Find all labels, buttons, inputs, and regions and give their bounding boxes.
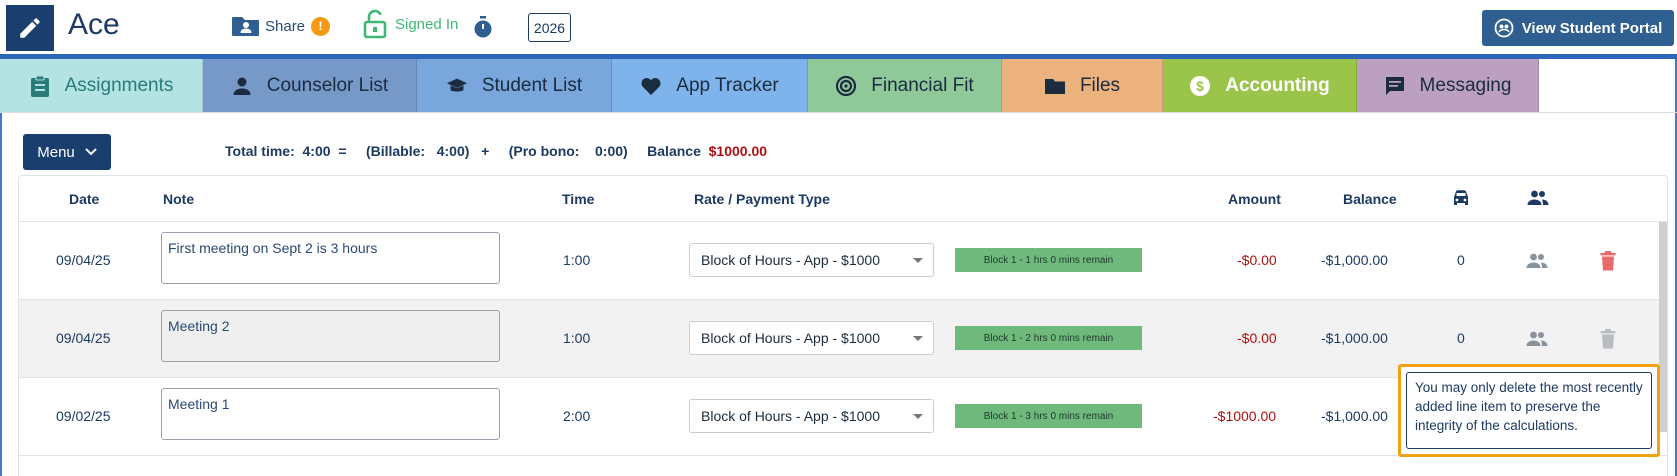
row-mileage[interactable]: 0 [1457, 252, 1465, 268]
menu-label: Menu [37, 143, 75, 161]
tab-label: Assignments [64, 74, 174, 96]
rate-select[interactable]: Block of Hours - App - $1000 [689, 243, 934, 277]
group-icon[interactable] [1526, 331, 1548, 347]
caret-down-icon [913, 258, 923, 263]
row-amount: -$0.00 [1237, 330, 1277, 346]
delete-tooltip-highlight: You may only delete the most recently ad… [1398, 364, 1660, 457]
row-time[interactable]: 2:00 [563, 408, 590, 424]
table-row: 09/04/25 First meeting on Sept 2 is 3 ho… [19, 222, 1667, 300]
chevron-down-icon [85, 148, 97, 156]
svg-text:$: $ [1196, 78, 1204, 94]
signed-in-status[interactable]: Signed In [363, 9, 458, 39]
portal-button-label: View Student Portal [1521, 19, 1663, 37]
tab-label: Financial Fit [871, 74, 974, 96]
logo[interactable] [6, 5, 54, 51]
tab-files[interactable]: Files [1002, 59, 1163, 112]
graduation-cap-icon [446, 75, 468, 97]
caret-down-icon [913, 414, 923, 419]
clipboard-icon [29, 75, 51, 97]
row-amount: -$0.00 [1237, 252, 1277, 268]
col-rate[interactable]: Rate / Payment Type [694, 191, 830, 207]
year-selector[interactable]: 2026 [528, 13, 571, 42]
folder-icon [1044, 75, 1066, 97]
stopwatch-icon [474, 16, 492, 38]
row-balance: -$1,000.00 [1321, 252, 1388, 268]
time-totals: Total time: 4:00 = (Billable: 4:00) + (P… [225, 143, 767, 159]
user-circle-icon [1494, 18, 1514, 38]
share-button[interactable]: Share ! [231, 14, 331, 38]
tab-messaging[interactable]: Messaging [1357, 59, 1539, 112]
col-note[interactable]: Note [163, 191, 194, 207]
vertical-scrollbar[interactable] [1659, 222, 1667, 432]
tab-label: Accounting [1225, 74, 1330, 96]
block-remaining-badge: Block 1 - 1 hrs 0 mins remain [955, 248, 1142, 272]
tab-label: Student List [481, 74, 583, 96]
unlock-icon [363, 9, 387, 39]
trash-icon[interactable] [1600, 329, 1616, 349]
row-balance: -$1,000.00 [1321, 408, 1388, 424]
caret-down-icon [913, 336, 923, 341]
rate-select[interactable]: Block of Hours - App - $1000 [689, 399, 934, 433]
note-field[interactable]: Meeting 1 [161, 388, 500, 440]
tab-counselor-list[interactable]: Counselor List [203, 59, 417, 112]
balance-value: $1000.00 [708, 143, 768, 159]
row-amount: -$1000.00 [1213, 408, 1277, 424]
chat-icon [1384, 75, 1406, 97]
note-field[interactable]: First meeting on Sept 2 is 3 hours [161, 232, 500, 284]
rate-value: Block of Hours - App - $1000 [701, 252, 880, 268]
row-date: 09/04/25 [56, 252, 111, 268]
tab-student-list[interactable]: Student List [417, 59, 612, 112]
stopwatch-button[interactable] [473, 16, 493, 43]
col-balance[interactable]: Balance [1343, 191, 1397, 207]
table-header: Date Note Time Rate / Payment Type Amoun… [19, 176, 1667, 222]
signed-in-label: Signed In [395, 15, 459, 33]
tab-financial-fit[interactable]: Financial Fit [808, 59, 1002, 112]
tab-app-tracker[interactable]: App Tracker [612, 59, 808, 112]
car-icon [1454, 190, 1468, 205]
rate-select[interactable]: Block of Hours - App - $1000 [689, 321, 934, 355]
delete-tooltip: You may only delete the most recently ad… [1406, 372, 1652, 449]
row-time[interactable]: 1:00 [563, 252, 590, 268]
rate-value: Block of Hours - App - $1000 [701, 408, 880, 424]
share-alert-badge: ! [311, 16, 331, 36]
group-icon[interactable] [1526, 253, 1548, 269]
dollar-icon: $ [1189, 75, 1211, 97]
main-tabs: Assignments Counselor List Student List … [0, 59, 1539, 112]
shared-folder-icon [232, 17, 259, 36]
note-field[interactable]: Meeting 2 [161, 310, 500, 362]
block-remaining-badge: Block 1 - 2 hrs 0 mins remain [955, 326, 1142, 350]
row-mileage[interactable]: 0 [1457, 330, 1465, 346]
block-remaining-badge: Block 1 - 3 hrs 0 mins remain [955, 404, 1142, 428]
app-name: Ace [68, 8, 120, 41]
view-student-portal-button[interactable]: View Student Portal [1482, 10, 1674, 46]
rate-value: Block of Hours - App - $1000 [701, 330, 880, 346]
col-amount[interactable]: Amount [1228, 191, 1281, 207]
tab-label: Files [1079, 74, 1121, 96]
group-icon [1527, 190, 1549, 205]
col-date[interactable]: Date [69, 191, 99, 207]
tab-label: Messaging [1419, 74, 1512, 96]
col-time[interactable]: Time [562, 191, 594, 207]
trash-icon[interactable] [1600, 251, 1616, 271]
totals-text: Total time: 4:00 = (Billable: 4:00) + (P… [225, 143, 709, 159]
tab-label: Counselor List [266, 74, 389, 96]
heart-icon [640, 75, 662, 97]
row-date: 09/02/25 [56, 408, 111, 424]
menu-button[interactable]: Menu [23, 134, 111, 170]
tab-label: App Tracker [676, 74, 779, 96]
row-date: 09/04/25 [56, 330, 111, 346]
row-balance: -$1,000.00 [1321, 330, 1388, 346]
pencil-icon [20, 18, 40, 38]
person-icon [231, 75, 253, 97]
tabs-divider [0, 112, 1677, 113]
tab-accounting[interactable]: $ Accounting [1163, 59, 1357, 112]
app-header: Ace Share ! Signed In 2026 View Student … [0, 0, 1677, 54]
tab-assignments[interactable]: Assignments [0, 59, 203, 112]
target-icon [835, 75, 857, 97]
row-time[interactable]: 1:00 [563, 330, 590, 346]
share-label: Share [265, 17, 306, 35]
